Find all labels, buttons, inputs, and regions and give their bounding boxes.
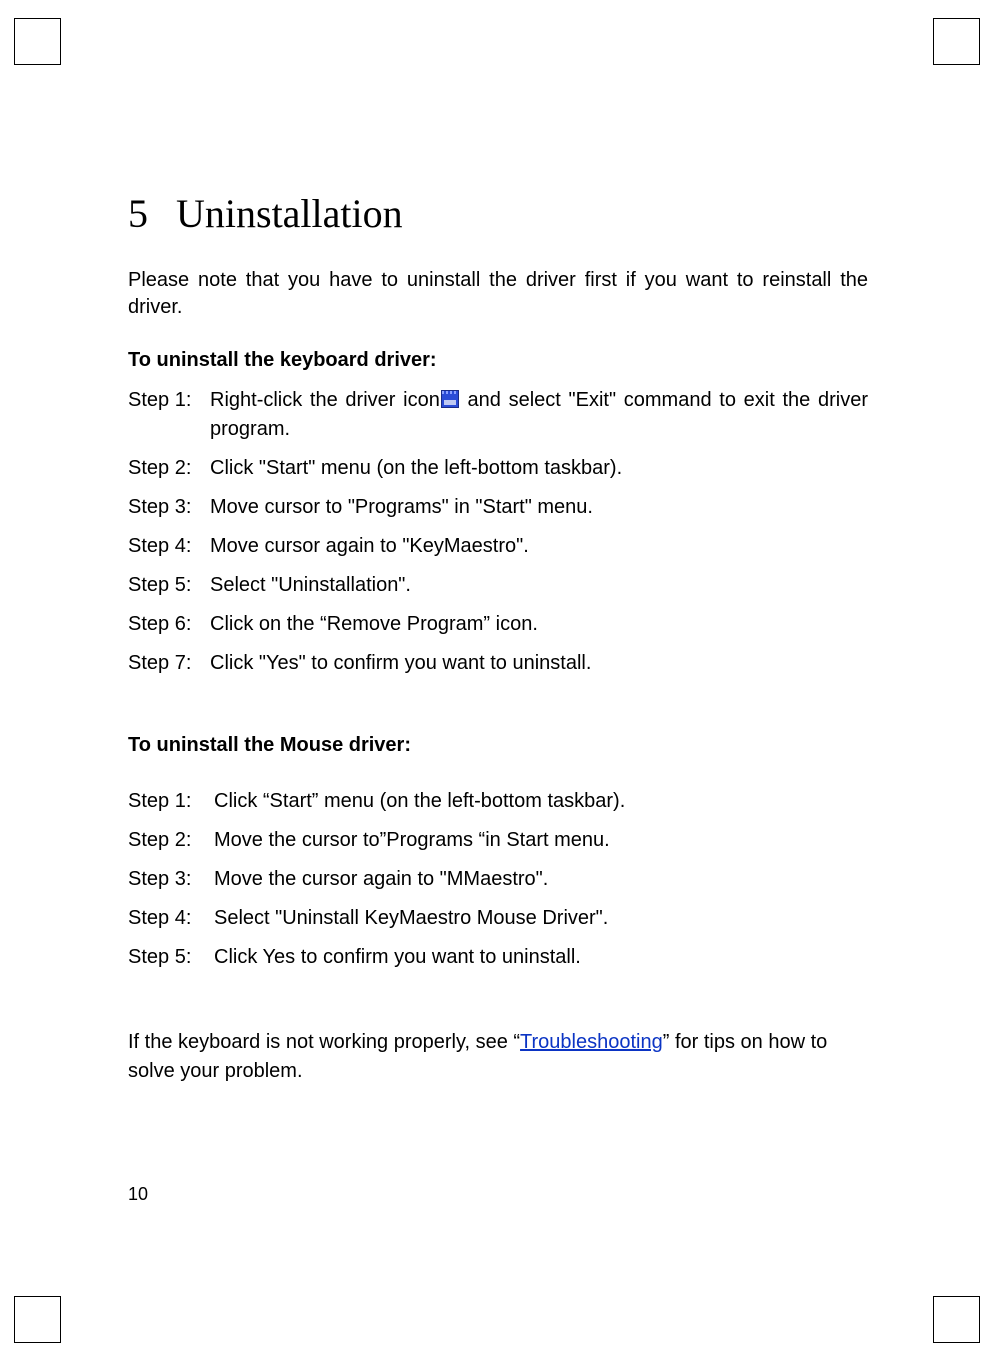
- step-label: Step 4:: [128, 904, 214, 933]
- step-body: Click Yes to confirm you want to uninsta…: [214, 943, 868, 972]
- step-label: Step 5:: [128, 943, 214, 972]
- crop-mark-tl: [14, 18, 61, 65]
- closing-pre: If the keyboard is not working properly,…: [128, 1031, 520, 1053]
- kb-step: Step 6: Click on the “Remove Program” ic…: [128, 610, 868, 639]
- mouse-step: Step 1: Click “Start” menu (on the left-…: [128, 787, 868, 816]
- step-label: Step 5:: [128, 571, 210, 600]
- step-body: Move the cursor again to "MMaestro".: [214, 865, 868, 894]
- page: 5 Uninstallation Please note that you hav…: [0, 0, 994, 1361]
- step-label: Step 6:: [128, 610, 210, 639]
- chapter-title: Uninstallation: [176, 191, 403, 236]
- step-body: Select "Uninstallation".: [210, 571, 868, 600]
- driver-tray-icon: [441, 390, 459, 408]
- step-label: Step 1:: [128, 787, 214, 816]
- content-area: 5 Uninstallation Please note that you hav…: [128, 190, 868, 1086]
- kb-step: Step 2: Click "Start" menu (on the left-…: [128, 454, 868, 483]
- step-body: Move cursor again to "KeyMaestro".: [210, 532, 868, 561]
- step-body: Click “Start” menu (on the left-bottom t…: [214, 787, 868, 816]
- step-label: Step 4:: [128, 532, 210, 561]
- step-label: Step 3:: [128, 865, 214, 894]
- kb-uninstall-heading: To uninstall the keyboard driver:: [128, 349, 868, 372]
- step-label: Step 1:: [128, 386, 210, 444]
- mouse-steps: Step 1: Click “Start” menu (on the left-…: [128, 787, 868, 972]
- step-body: Right-click the driver icon and select "…: [210, 386, 868, 444]
- step-body: Move cursor to "Programs" in "Start" men…: [210, 493, 868, 522]
- step-body: Click "Yes" to confirm you want to unins…: [210, 649, 868, 678]
- intro-paragraph: Please note that you have to uninstall t…: [128, 267, 868, 321]
- step-label: Step 3:: [128, 493, 210, 522]
- crop-mark-tr: [933, 18, 980, 65]
- mouse-step: Step 2: Move the cursor to”Programs “in …: [128, 826, 868, 855]
- step-label: Step 2:: [128, 826, 214, 855]
- step-text-pre: Right-click the driver icon: [210, 389, 440, 411]
- kb-step: Step 5: Select "Uninstallation".: [128, 571, 868, 600]
- closing-paragraph: If the keyboard is not working properly,…: [128, 1028, 868, 1086]
- mouse-step: Step 5: Click Yes to confirm you want to…: [128, 943, 868, 972]
- mouse-step: Step 3: Move the cursor again to "MMaest…: [128, 865, 868, 894]
- chapter-heading: 5 Uninstallation: [128, 190, 868, 237]
- kb-step: Step 1: Right-click the driver icon and …: [128, 386, 868, 444]
- kb-steps: Step 1: Right-click the driver icon and …: [128, 386, 868, 678]
- step-body: Click "Start" menu (on the left-bottom t…: [210, 454, 868, 483]
- kb-step: Step 4: Move cursor again to "KeyMaestro…: [128, 532, 868, 561]
- chapter-number: 5: [128, 190, 148, 237]
- step-body: Click on the “Remove Program” icon.: [210, 610, 868, 639]
- kb-step: Step 7: Click "Yes" to confirm you want …: [128, 649, 868, 678]
- kb-step: Step 3: Move cursor to "Programs" in "St…: [128, 493, 868, 522]
- mouse-uninstall-heading: To uninstall the Mouse driver:: [128, 734, 868, 757]
- step-body: Select "Uninstall KeyMaestro Mouse Drive…: [214, 904, 868, 933]
- crop-mark-bl: [14, 1296, 61, 1343]
- mouse-step: Step 4: Select "Uninstall KeyMaestro Mou…: [128, 904, 868, 933]
- page-number: 10: [128, 1184, 148, 1205]
- step-label: Step 7:: [128, 649, 210, 678]
- step-body: Move the cursor to”Programs “in Start me…: [214, 826, 868, 855]
- step-label: Step 2:: [128, 454, 210, 483]
- crop-mark-br: [933, 1296, 980, 1343]
- troubleshooting-link[interactable]: Troubleshooting: [520, 1031, 663, 1053]
